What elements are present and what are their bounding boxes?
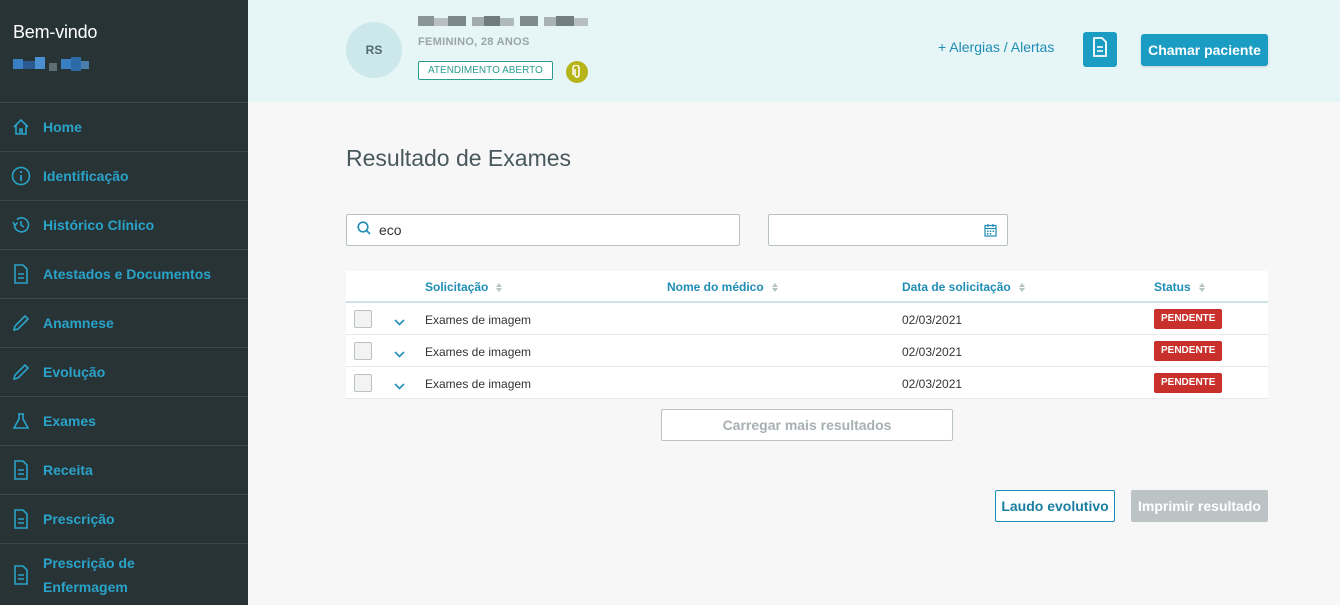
sidebar-item-label: Receita — [43, 462, 93, 478]
laudo-evolutivo-button[interactable]: Laudo evolutivo — [995, 490, 1115, 522]
sort-icon — [771, 282, 778, 292]
sidebar-item-anamnese[interactable]: Anamnese — [0, 299, 248, 348]
table-row: Exames de imagem 02/03/2021 PENDENTE — [346, 335, 1268, 367]
sidebar-item-label: Histórico Clínico — [43, 217, 155, 233]
print-result-button[interactable]: Imprimir resultado — [1131, 490, 1268, 522]
date-field[interactable] — [768, 214, 1008, 246]
sidebar-item-atestados[interactable]: Atestados e Documentos — [0, 250, 248, 299]
search-icon — [357, 220, 371, 240]
pencil-icon — [11, 313, 31, 333]
sidebar-item-label: Atestados e Documentos — [43, 266, 212, 282]
table-row: Exames de imagem 02/03/2021 PENDENTE — [346, 367, 1268, 399]
cell-solicitacao: Exames de imagem — [425, 345, 532, 359]
table-row: Exames de imagem 02/03/2021 PENDENTE — [346, 303, 1268, 335]
search-input[interactable] — [379, 222, 719, 238]
chevron-down-icon[interactable] — [394, 377, 405, 395]
document-icon — [11, 509, 31, 529]
sort-icon — [496, 282, 503, 292]
exams-table: Solicitação Nome do médico Data de solic… — [346, 271, 1268, 399]
column-label: Nome do médico — [667, 280, 764, 294]
cell-data: 02/03/2021 — [902, 313, 963, 327]
chevron-down-icon[interactable] — [394, 313, 405, 331]
calendar-icon[interactable] — [984, 223, 997, 242]
cell-solicitacao: Exames de imagem — [425, 313, 532, 327]
home-icon — [11, 117, 31, 137]
user-name-redacted — [13, 57, 235, 79]
patient-name-redacted — [418, 16, 588, 28]
cell-solicitacao: Exames de imagem — [425, 377, 532, 391]
sidebar-item-label: Prescrição de Enfermagem — [43, 554, 135, 595]
row-checkbox[interactable] — [354, 342, 372, 360]
sidebar-item-receita[interactable]: Receita — [0, 446, 248, 495]
row-checkbox[interactable] — [354, 374, 372, 392]
sidebar-item-evolucao[interactable]: Evolução — [0, 348, 248, 397]
column-label: Status — [1154, 280, 1191, 294]
sidebar-item-home[interactable]: Home — [0, 103, 248, 152]
load-more-button[interactable]: Carregar mais resultados — [661, 409, 953, 441]
sidebar: Bem-vindo Home Identificação Histórico C… — [0, 0, 248, 605]
chevron-down-icon[interactable] — [394, 345, 405, 363]
call-patient-button[interactable]: Chamar paciente — [1141, 34, 1268, 66]
patient-info: FEMININO, 28 ANOS — [418, 36, 530, 48]
column-header-data[interactable]: Data de solicitação — [902, 280, 1025, 294]
history-icon — [11, 215, 31, 235]
status-badge: PENDENTE — [1154, 309, 1223, 329]
patient-header: RS FEMININO, 28 ANOS ATENDIMENTO ABERTO … — [248, 0, 1340, 102]
sidebar-item-label: Prescrição — [43, 511, 115, 527]
sidebar-item-historico[interactable]: Histórico Clínico — [0, 201, 248, 250]
column-label: Solicitação — [425, 280, 489, 294]
document-icon — [11, 264, 31, 284]
status-badge: PENDENTE — [1154, 341, 1223, 361]
sidebar-item-exames[interactable]: Exames — [0, 397, 248, 446]
pencil-icon — [11, 362, 31, 382]
sidebar-item-prescricao-enfermagem[interactable]: Prescrição de Enfermagem — [0, 544, 248, 605]
sidebar-item-label: Exames — [43, 413, 96, 429]
column-header-medico[interactable]: Nome do médico — [667, 280, 778, 294]
sidebar-header: Bem-vindo — [0, 0, 248, 103]
cell-data: 02/03/2021 — [902, 377, 963, 391]
sidebar-item-label: Home — [43, 119, 82, 135]
allergies-alerts-link[interactable]: + Alergias / Alertas — [938, 39, 1054, 55]
welcome-text: Bem-vindo — [13, 22, 98, 42]
avatar: RS — [346, 22, 402, 78]
document-icon — [11, 564, 31, 585]
info-icon — [11, 166, 31, 186]
sort-icon — [1198, 282, 1205, 292]
cell-data: 02/03/2021 — [902, 345, 963, 359]
document-button[interactable] — [1083, 32, 1117, 67]
column-label: Data de solicitação — [902, 280, 1011, 294]
sort-icon — [1018, 282, 1025, 292]
column-header-solicitacao[interactable]: Solicitação — [425, 280, 503, 294]
date-input[interactable] — [777, 215, 977, 245]
flask-icon — [11, 411, 31, 431]
row-checkbox[interactable] — [354, 310, 372, 328]
sidebar-item-label: Identificação — [43, 168, 129, 184]
status-badge: PENDENTE — [1154, 373, 1223, 393]
search-field[interactable] — [346, 214, 740, 246]
status-badge: ATENDIMENTO ABERTO — [418, 61, 553, 80]
table-header: Solicitação Nome do médico Data de solic… — [346, 271, 1268, 303]
sidebar-item-identificacao[interactable]: Identificação — [0, 152, 248, 201]
column-header-status[interactable]: Status — [1154, 280, 1205, 294]
document-icon — [1092, 37, 1108, 62]
attachment-icon[interactable] — [566, 61, 588, 83]
sidebar-item-label: Evolução — [43, 364, 106, 380]
page-title: Resultado de Exames — [346, 145, 572, 171]
sidebar-item-prescricao[interactable]: Prescrição — [0, 495, 248, 544]
document-icon — [11, 460, 31, 480]
sidebar-item-label: Anamnese — [43, 315, 114, 331]
